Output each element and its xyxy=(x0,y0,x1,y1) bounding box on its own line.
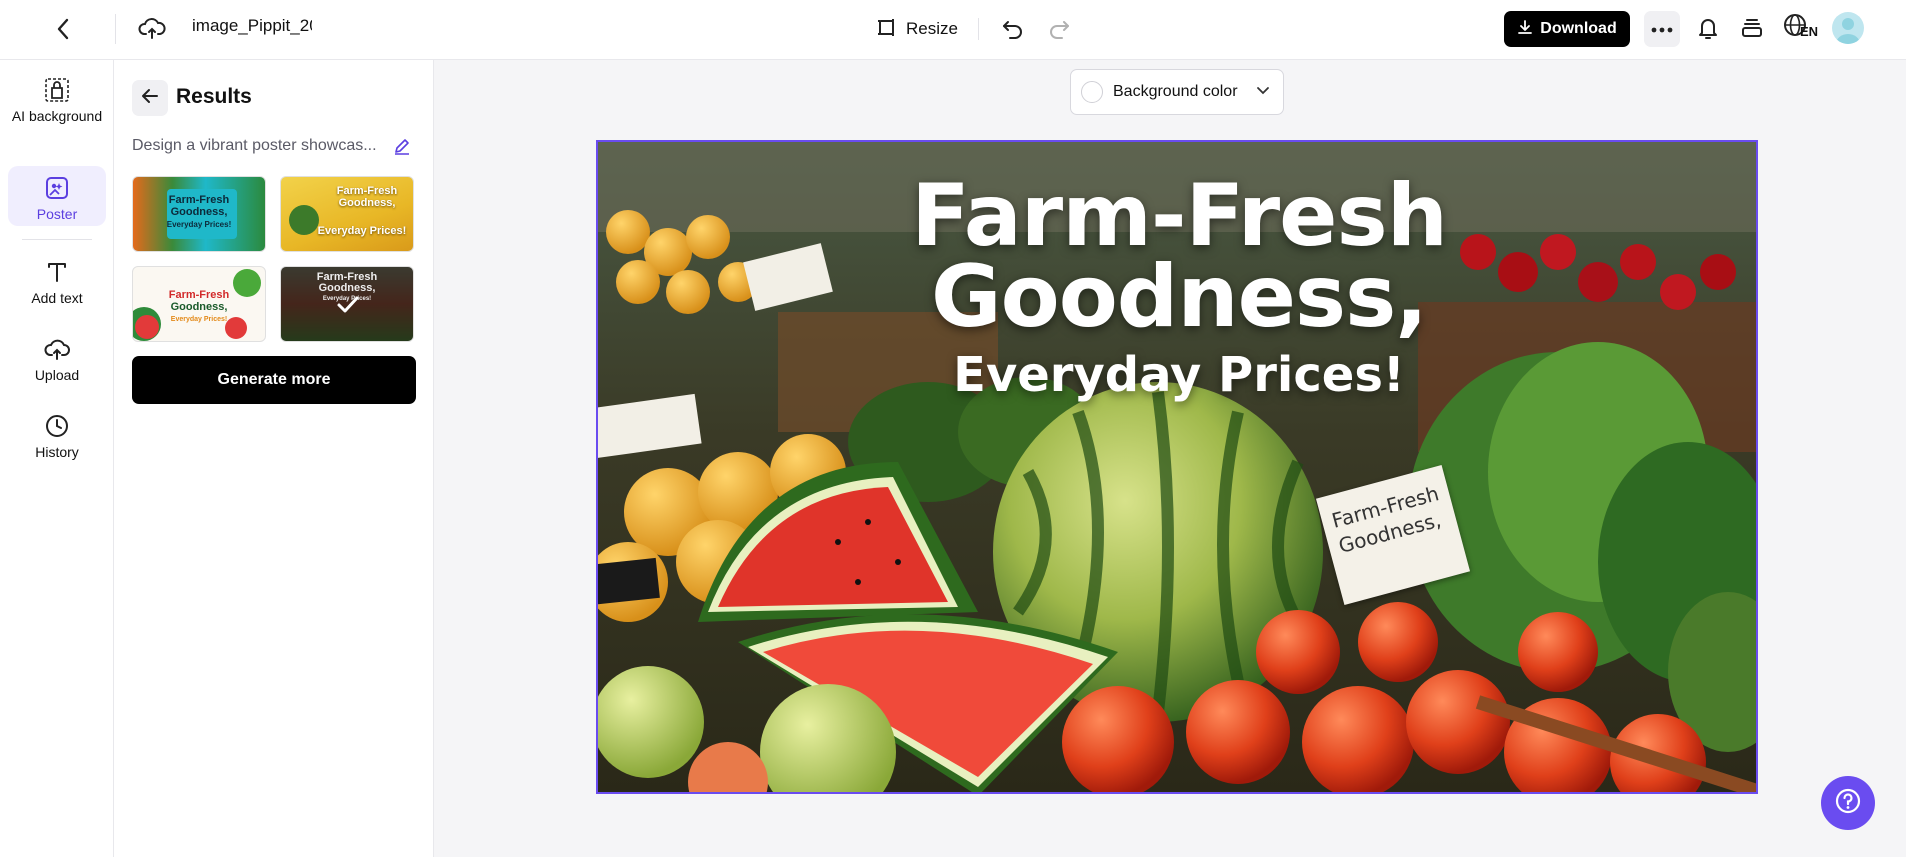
download-button[interactable]: Download xyxy=(1504,11,1630,47)
thumb-subtitle: Everyday Prices! xyxy=(170,316,228,323)
top-bar: image_Pippit_20 Resize Download EN xyxy=(0,0,1906,60)
color-swatch xyxy=(1081,81,1103,103)
thumb-title-2: Goodness, xyxy=(170,206,228,218)
thumb-subtitle: Everyday Prices! xyxy=(166,220,232,229)
thumb-title-1: Farm-Fresh xyxy=(336,185,398,197)
prompt-text: Design a vibrant poster showcas... xyxy=(132,137,377,154)
result-thumbnail[interactable]: Farm-Fresh Goodness, Everyday Prices! xyxy=(280,176,414,252)
result-thumbnail-selected[interactable]: Farm-Fresh Goodness, Everyday Prices! xyxy=(280,266,414,342)
arrow-left-icon xyxy=(141,87,159,110)
divider xyxy=(978,18,979,40)
poster-canvas[interactable]: Farm-Fresh Goodness, Farm-Fresh Goodness… xyxy=(596,140,1758,794)
poster-icon xyxy=(43,174,71,202)
back-icon[interactable] xyxy=(52,16,74,42)
rail-item-history[interactable]: History xyxy=(8,412,106,462)
edit-icon[interactable] xyxy=(392,136,414,158)
tool-rail: AI background Poster Add text Upload His… xyxy=(0,60,114,857)
check-icon xyxy=(336,295,360,320)
poster-title-line-1: Farm-Fresh xyxy=(911,166,1448,266)
rail-item-poster[interactable]: Poster xyxy=(8,166,106,226)
result-thumbnail[interactable]: Farm-Fresh Goodness, Everyday Prices! xyxy=(132,266,266,342)
rail-item-label: AI background xyxy=(11,108,103,124)
panel-title: Results xyxy=(176,85,252,108)
generate-more-button[interactable]: Generate more xyxy=(132,356,416,404)
rail-item-ai-background[interactable]: AI background xyxy=(8,76,106,144)
clock-icon xyxy=(43,412,71,440)
thumb-title-2: Goodness, xyxy=(170,301,228,313)
question-icon xyxy=(1834,787,1862,820)
panel-back-button[interactable] xyxy=(132,80,168,116)
resize-icon xyxy=(876,16,898,43)
rail-item-label: Upload xyxy=(34,367,80,383)
text-icon xyxy=(43,258,71,286)
thumb-title-2: Goodness, xyxy=(338,197,396,209)
thumb-title-1: Farm-Fresh xyxy=(168,289,230,301)
result-thumbnail[interactable]: Farm-Fresh Goodness, Everyday Prices! xyxy=(132,176,266,252)
redo-icon[interactable] xyxy=(1046,15,1072,41)
resize-button[interactable]: Resize xyxy=(876,14,958,44)
rail-item-label: History xyxy=(35,444,79,460)
divider xyxy=(22,239,92,240)
resize-label: Resize xyxy=(906,19,958,38)
rail-item-label: Add text xyxy=(31,290,83,306)
layers-icon[interactable] xyxy=(1738,14,1766,42)
file-name[interactable]: image_Pippit_20 xyxy=(192,16,312,36)
poster-subtitle: Everyday Prices! xyxy=(953,347,1405,403)
rail-item-add-text[interactable]: Add text xyxy=(8,258,106,308)
results-panel: Results Design a vibrant poster showcas.… xyxy=(114,60,434,857)
language-label: EN xyxy=(1800,24,1819,39)
background-color-label: Background color xyxy=(1113,83,1238,100)
divider xyxy=(115,14,116,44)
help-button[interactable] xyxy=(1821,776,1875,830)
more-icon xyxy=(1651,20,1673,38)
rail-item-upload[interactable]: Upload xyxy=(8,335,106,385)
download-label: Download xyxy=(1540,20,1617,37)
undo-icon[interactable] xyxy=(1000,15,1026,41)
more-options-button[interactable] xyxy=(1644,11,1680,47)
upload-icon xyxy=(43,335,71,363)
download-icon xyxy=(1517,19,1533,40)
cloud-save-icon[interactable] xyxy=(138,14,166,42)
ai-background-icon xyxy=(43,76,71,104)
poster-title-line-2: Goodness, xyxy=(931,247,1428,347)
avatar[interactable] xyxy=(1832,12,1864,44)
rail-item-label: Poster xyxy=(36,206,78,222)
thumb-title-1: Farm-Fresh xyxy=(168,194,230,206)
chevron-down-icon xyxy=(1256,83,1270,101)
thumb-subtitle: Everyday Prices! xyxy=(317,225,407,237)
bell-icon[interactable] xyxy=(1694,14,1722,42)
background-color-dropdown[interactable]: Background color xyxy=(1070,69,1284,115)
